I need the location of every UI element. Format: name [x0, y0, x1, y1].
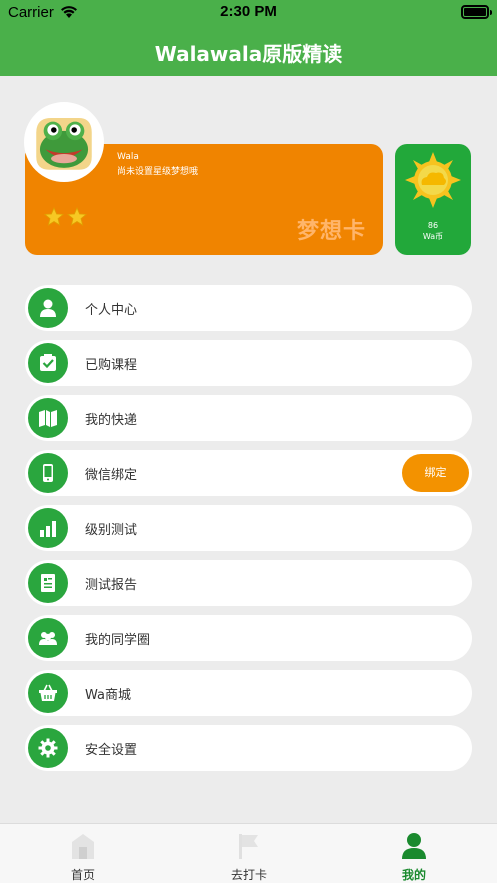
page-title: Walawala原版精读 [154, 42, 343, 66]
home-icon [72, 834, 94, 859]
menu-item-label: 安全设置 [85, 743, 138, 758]
dream-status-text: 尚未设置星级梦想哦 [117, 167, 199, 177]
menu-item-label: 测试报告 [85, 578, 138, 593]
menu-item-label: 我的快递 [85, 413, 138, 428]
avatar[interactable] [24, 102, 104, 182]
dream-card-title: 梦想卡 [297, 219, 367, 244]
checkbox-icon [28, 343, 68, 383]
bind-button[interactable]: 绑定 [402, 454, 469, 492]
report-icon [28, 563, 68, 603]
menu-item-label: 我的同学圈 [85, 633, 151, 648]
battery-icon [461, 5, 492, 19]
menu-item-personal-center[interactable]: 个人中心 [25, 285, 472, 331]
star-icon [43, 206, 65, 226]
menu-item-label: Wa商城 [85, 688, 131, 703]
basket-icon [28, 673, 68, 713]
tab-home[interactable]: 首页 [0, 824, 166, 883]
menu-item-classmates[interactable]: 我的同学圈 [25, 615, 472, 661]
user-name: Wala [117, 152, 139, 162]
menu-item-security-settings[interactable]: 安全设置 [25, 725, 472, 771]
coin-label: Wa币 [422, 232, 444, 241]
menu-item-label: 已购课程 [85, 358, 138, 373]
bar-chart-icon [28, 508, 68, 548]
tab-label: 首页 [70, 868, 95, 882]
menu-item-my-express[interactable]: 我的快递 [25, 395, 472, 441]
coin-value: 86 [427, 221, 439, 230]
map-icon [28, 398, 68, 438]
person-icon [28, 288, 68, 328]
star-icon [66, 206, 88, 226]
group-icon [28, 618, 68, 658]
tab-check-in[interactable]: 去打卡 [166, 824, 332, 883]
sun-icon [405, 152, 461, 208]
clock: 2:30 PM [220, 3, 277, 20]
nav-bar: Walawala原版精读 [0, 26, 497, 76]
menu-item-label: 个人中心 [85, 303, 138, 318]
tab-label: 我的 [401, 868, 426, 882]
menu-item-label: 微信绑定 [85, 468, 138, 483]
menu-item-test-report[interactable]: 测试报告 [25, 560, 472, 606]
status-bar: Carrier 2:30 PM [0, 0, 497, 26]
flag-icon [239, 834, 258, 859]
frog-avatar-icon [27, 105, 101, 179]
tab-bar: 首页 去打卡 我的 [0, 823, 497, 883]
menu-item-level-test[interactable]: 级别测试 [25, 505, 472, 551]
menu-item-wa-mall[interactable]: Wa商城 [25, 670, 472, 716]
gear-icon [28, 728, 68, 768]
tab-label: 去打卡 [230, 868, 267, 882]
menu-item-label: 级别测试 [85, 523, 138, 538]
phone-icon [28, 453, 68, 493]
tab-mine[interactable]: 我的 [331, 824, 497, 883]
star-rating [43, 206, 90, 227]
menu-item-purchased-courses[interactable]: 已购课程 [25, 340, 472, 386]
menu-item-wechat-binding[interactable]: 微信绑定 绑定 [25, 450, 472, 496]
profile-icon [402, 833, 426, 859]
